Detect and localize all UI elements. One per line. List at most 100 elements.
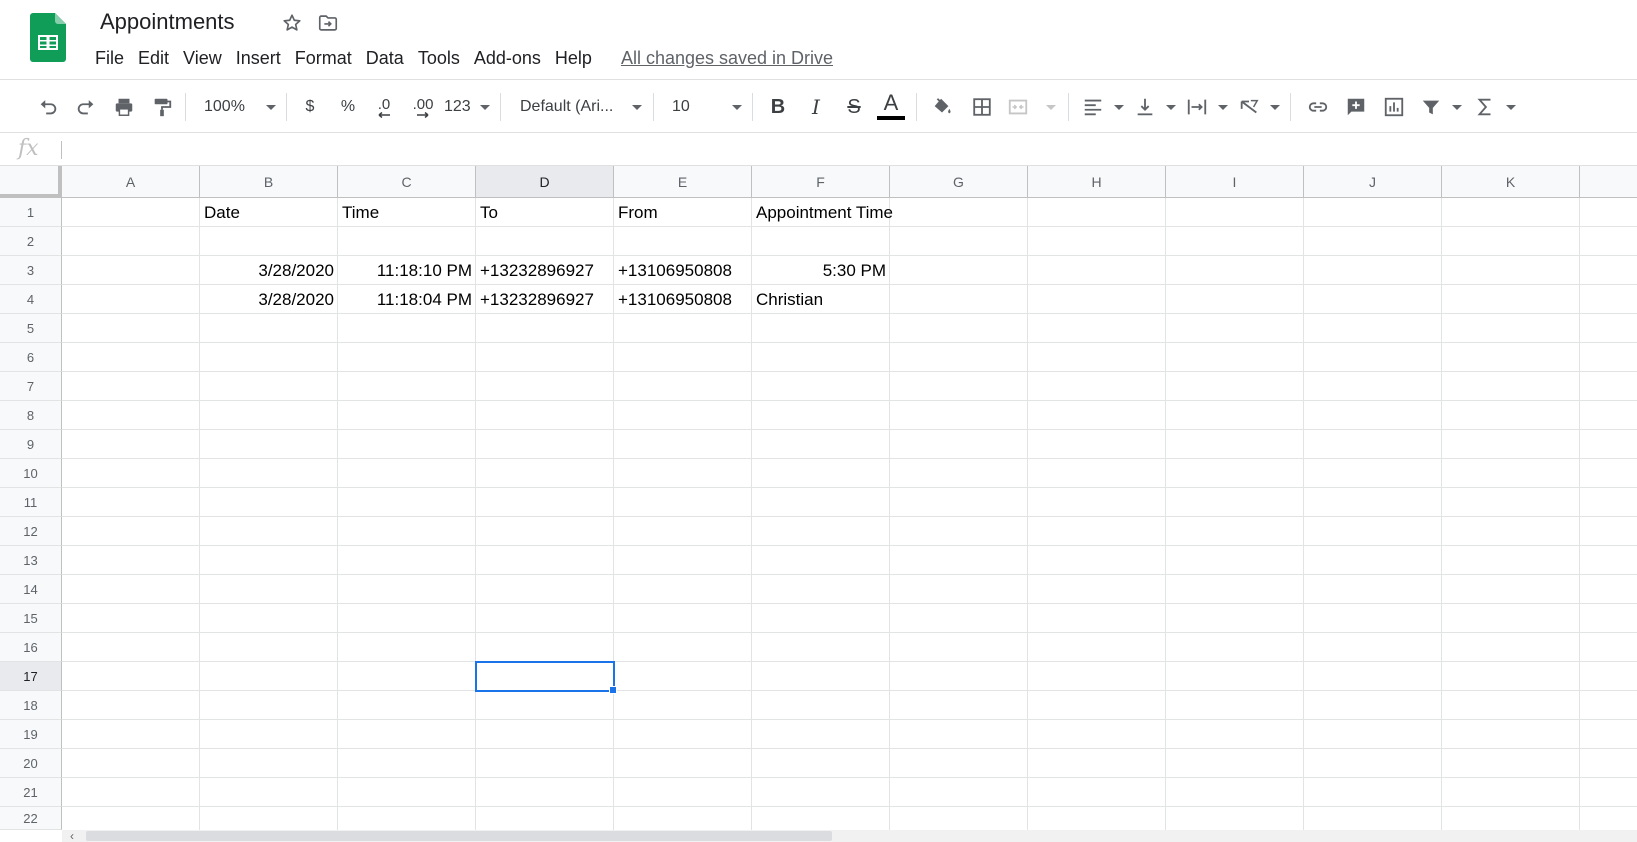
column-header-d[interactable]: D — [476, 166, 614, 198]
text-rotation-button[interactable] — [1238, 95, 1280, 119]
row-header-21[interactable]: 21 — [0, 778, 62, 807]
column-header-c[interactable]: C — [338, 166, 476, 198]
app-header: Appointments File Edit View Insert Forma… — [0, 0, 1637, 80]
borders-button[interactable] — [968, 95, 996, 119]
row-header-8[interactable]: 8 — [0, 401, 62, 430]
paint-format-button[interactable] — [148, 95, 176, 119]
text-wrap-icon — [1187, 99, 1207, 115]
cell-e1[interactable]: From — [614, 198, 752, 227]
row-header-9[interactable]: 9 — [0, 430, 62, 459]
cell-f4[interactable]: Christian — [752, 285, 890, 314]
font-family-select[interactable]: Default (Ari... — [516, 95, 642, 119]
row-header-4[interactable]: 4 — [0, 285, 62, 314]
row-header-2[interactable]: 2 — [0, 227, 62, 256]
fill-handle[interactable] — [609, 686, 617, 694]
row-header-15[interactable]: 15 — [0, 604, 62, 633]
cell-e3[interactable]: +13106950808 — [614, 256, 752, 285]
select-all-corner[interactable] — [0, 166, 62, 198]
undo-button[interactable] — [34, 95, 62, 119]
row-header-14[interactable]: 14 — [0, 575, 62, 604]
cell-b1[interactable]: Date — [200, 198, 338, 227]
zoom-select[interactable]: 100% — [200, 95, 280, 119]
menu-format[interactable]: Format — [288, 46, 359, 71]
move-to-folder-icon[interactable] — [317, 12, 339, 34]
row-header-13[interactable]: 13 — [0, 546, 62, 575]
cell-d4[interactable]: +13232896927 — [476, 285, 614, 314]
formula-input[interactable] — [68, 138, 1618, 162]
column-header-f[interactable]: F — [752, 166, 890, 198]
functions-button[interactable] — [1474, 95, 1516, 119]
print-button[interactable] — [110, 95, 138, 119]
vertical-align-button[interactable] — [1134, 95, 1176, 119]
row-header-19[interactable]: 19 — [0, 720, 62, 749]
scrollbar-thumb[interactable] — [86, 831, 832, 841]
cell-f1[interactable]: Appointment Time — [752, 198, 972, 227]
save-status-link[interactable]: All changes saved in Drive — [621, 48, 833, 69]
decrease-decimal-button[interactable]: .0 — [370, 95, 398, 119]
active-cell-d17[interactable] — [475, 661, 615, 692]
row-header-3[interactable]: 3 — [0, 256, 62, 285]
format-currency-button[interactable]: $ — [298, 95, 322, 119]
row-header-17[interactable]: 17 — [0, 662, 62, 691]
cell-f3[interactable]: 5:30 PM — [752, 256, 890, 285]
menu-view[interactable]: View — [176, 46, 229, 71]
text-wrapping-button[interactable] — [1186, 95, 1228, 119]
row-header-16[interactable]: 16 — [0, 633, 62, 662]
cell-c3[interactable]: 11:18:10 PM — [338, 256, 476, 285]
column-header-k[interactable]: K — [1442, 166, 1580, 198]
cell-d3[interactable]: +13232896927 — [476, 256, 614, 285]
menu-insert[interactable]: Insert — [229, 46, 288, 71]
filter-button[interactable] — [1420, 95, 1462, 119]
insert-chart-button[interactable] — [1380, 95, 1408, 119]
row-header-20[interactable]: 20 — [0, 749, 62, 778]
fill-color-button[interactable] — [928, 95, 956, 119]
menu-file[interactable]: File — [88, 46, 131, 71]
column-header-i[interactable]: I — [1166, 166, 1304, 198]
text-color-button[interactable]: A — [876, 91, 906, 121]
menu-tools[interactable]: Tools — [411, 46, 467, 71]
horizontal-align-button[interactable] — [1082, 95, 1124, 119]
column-header-h[interactable]: H — [1028, 166, 1166, 198]
menu-help[interactable]: Help — [548, 46, 599, 71]
increase-decimal-button[interactable]: .00 — [406, 95, 440, 119]
column-header-e[interactable]: E — [614, 166, 752, 198]
gridline — [62, 487, 1637, 488]
strikethrough-button[interactable]: S — [840, 95, 868, 119]
row-header-22[interactable]: 22 — [0, 807, 62, 830]
cell-e4[interactable]: +13106950808 — [614, 285, 752, 314]
insert-link-button[interactable] — [1304, 95, 1332, 119]
text-rotate-icon — [1240, 99, 1259, 114]
star-icon[interactable] — [281, 12, 303, 34]
row-header-11[interactable]: 11 — [0, 488, 62, 517]
row-header-12[interactable]: 12 — [0, 517, 62, 546]
more-formats-button[interactable]: 123 — [444, 95, 490, 119]
menu-edit[interactable]: Edit — [131, 46, 176, 71]
column-header-j[interactable]: J — [1304, 166, 1442, 198]
cell-c4[interactable]: 11:18:04 PM — [338, 285, 476, 314]
sheets-logo-icon[interactable] — [30, 13, 66, 62]
menu-data[interactable]: Data — [359, 46, 411, 71]
row-header-7[interactable]: 7 — [0, 372, 62, 401]
cell-b3[interactable]: 3/28/2020 — [200, 256, 338, 285]
italic-button[interactable]: I — [802, 95, 830, 119]
font-size-select[interactable]: 10 — [668, 95, 742, 119]
row-header-1[interactable]: 1 — [0, 198, 62, 227]
row-header-18[interactable]: 18 — [0, 691, 62, 720]
row-header-5[interactable]: 5 — [0, 314, 62, 343]
format-percent-button[interactable]: % — [336, 95, 360, 119]
document-title[interactable]: Appointments — [98, 9, 237, 35]
column-header-a[interactable]: A — [62, 166, 200, 198]
row-header-10[interactable]: 10 — [0, 459, 62, 488]
cell-c1[interactable]: Time — [338, 198, 476, 227]
merge-cells-button[interactable] — [1006, 95, 1056, 119]
redo-button[interactable] — [72, 95, 100, 119]
insert-comment-button[interactable] — [1342, 95, 1370, 119]
cell-b4[interactable]: 3/28/2020 — [200, 285, 338, 314]
column-header-g[interactable]: G — [890, 166, 1028, 198]
column-header-b[interactable]: B — [200, 166, 338, 198]
bold-button[interactable]: B — [764, 95, 792, 119]
scroll-left-icon[interactable]: ‹ — [64, 830, 80, 842]
cell-d1[interactable]: To — [476, 198, 614, 227]
menu-add-ons[interactable]: Add-ons — [467, 46, 548, 71]
row-header-6[interactable]: 6 — [0, 343, 62, 372]
